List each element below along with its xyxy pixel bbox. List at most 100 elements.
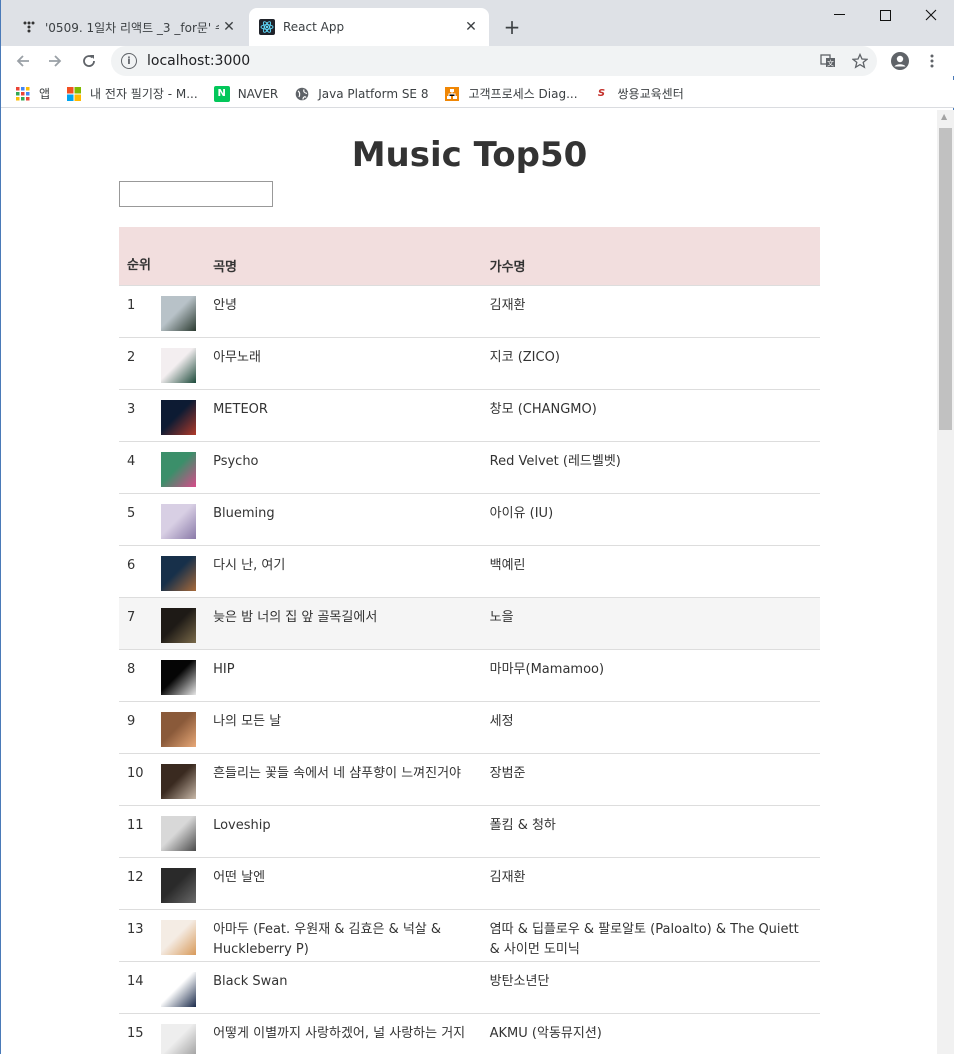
tab-title: React App [283, 20, 345, 34]
album-cover-image [161, 763, 197, 799]
page-viewport: Music Top50 순위 곡명 가수명 1 안녕 김재환 2 아무노래 지코 (ZIC… [1, 110, 937, 1054]
globe-icon [294, 86, 310, 102]
bookmark-label: Java Platform SE 8 [318, 86, 429, 101]
cover-cell [153, 597, 206, 650]
song-title-cell: 어떤 날엔 [205, 857, 482, 910]
url-text: localhost:3000 [147, 53, 251, 69]
table-row[interactable]: 11 Loveship 폴킴 & 청하 [119, 805, 820, 858]
table-row[interactable]: 1 안녕 김재환 [119, 285, 820, 338]
rank-cell: 4 [119, 441, 154, 494]
artist-cell: 창모 (CHANGMO) [481, 389, 820, 442]
rank-cell: 6 [119, 545, 154, 598]
minimize-icon[interactable] [817, 4, 861, 26]
album-cover-image [161, 867, 197, 903]
scrollbar-thumb[interactable] [939, 128, 952, 430]
naver-logo-icon: N [213, 85, 230, 102]
header-artist: 가수명 [481, 227, 820, 286]
header-cover [153, 227, 206, 286]
svg-text:文: 文 [827, 59, 834, 68]
translate-icon[interactable]: 文 [817, 50, 839, 72]
song-title-cell: Loveship [205, 805, 482, 858]
table-row[interactable]: 12 어떤 날엔 김재환 [119, 857, 820, 910]
close-window-icon[interactable] [909, 4, 953, 26]
table-row[interactable]: 3 METEOR 창모 (CHANGMO) [119, 389, 820, 442]
song-title-cell: 다시 난, 여기 [205, 545, 482, 598]
close-tab-icon[interactable]: ✕ [219, 17, 239, 37]
forward-arrow-icon[interactable] [43, 49, 67, 73]
cover-cell [153, 753, 206, 806]
bookmark-apps[interactable]: 앱 [15, 85, 50, 102]
bookmark-onenote[interactable]: 내 전자 필기장 - M... [66, 85, 198, 102]
song-title-cell: Blueming [205, 493, 482, 546]
album-cover-image [161, 815, 197, 851]
artist-cell: 김재환 [481, 285, 820, 338]
scroll-up-arrow-icon[interactable]: ▲ [941, 112, 947, 121]
rank-cell: 14 [119, 961, 154, 1014]
search-input[interactable] [119, 181, 273, 207]
tab-title: '0509. 1일차 리액트 _3 _for문' 수 [45, 20, 219, 35]
bookmark-diagram[interactable]: 고객프로세스 Diag... [444, 85, 578, 102]
song-title-cell: 아무노래 [205, 337, 482, 390]
new-tab-button[interactable]: + [499, 14, 525, 40]
song-title-cell: 아마두 (Feat. 우원재 & 김효은 & 넉살 & Huckleberry … [205, 909, 482, 962]
bookmark-star-icon[interactable] [849, 50, 871, 72]
table-row[interactable]: 4 Psycho Red Velvet (레드벨벳) [119, 441, 820, 494]
bookmark-label: 쌍용교육센터 [617, 87, 684, 101]
bookmark-naver[interactable]: N NAVER [213, 85, 279, 102]
album-cover-image [161, 295, 197, 331]
bookmarks-bar: 앱 내 전자 필기장 - M... N NAVER Java Platform … [1, 80, 954, 108]
close-tab-icon[interactable]: ✕ [461, 17, 481, 37]
cover-cell [153, 909, 206, 962]
cover-cell [153, 961, 206, 1014]
artist-cell: 장범준 [481, 753, 820, 806]
vertical-scrollbar[interactable]: ▲ [937, 110, 954, 1054]
cover-cell [153, 857, 206, 910]
table-row[interactable]: 9 나의 모든 날 세정 [119, 701, 820, 754]
album-cover-image [161, 451, 197, 487]
ss-logo-icon: S [597, 88, 606, 99]
bookmark-label: 앱 [39, 87, 51, 101]
song-title-cell: 안녕 [205, 285, 482, 338]
bookmark-java[interactable]: Java Platform SE 8 [294, 86, 428, 102]
table-row[interactable]: 15 어떻게 이별까지 사랑하겠어, 널 사랑하는 거지 AKMU (악동뮤지션) [119, 1013, 820, 1054]
table-row[interactable]: 8 HIP 마마무(Mamamoo) [119, 649, 820, 702]
table-header-row: 순위 곡명 가수명 [119, 227, 820, 286]
cover-cell [153, 493, 206, 546]
music-table: 순위 곡명 가수명 1 안녕 김재환 2 아무노래 지코 (ZICO) 3 METEOR 창모 … [119, 227, 820, 1054]
address-bar[interactable]: i localhost:3000 [111, 46, 877, 76]
artist-cell: 마마무(Mamamoo) [481, 649, 820, 702]
album-cover-image [161, 711, 197, 747]
table-row[interactable]: 13 아마두 (Feat. 우원재 & 김효은 & 넉살 & Huckleberr… [119, 909, 820, 962]
album-cover-image [161, 971, 197, 1007]
tab-blog-post[interactable]: '0509. 1일차 리액트 _3 _for문' 수 ✕ [13, 8, 247, 46]
table-row[interactable]: 10 흔들리는 꽃들 속에서 네 샴푸향이 느껴진거야 장범준 [119, 753, 820, 806]
bookmark-label: 내 전자 필기장 - M... [90, 87, 198, 101]
bookmark-ssangyong[interactable]: S 쌍용교육센터 [594, 85, 684, 102]
artist-cell: Red Velvet (레드벨벳) [481, 441, 820, 494]
table-row[interactable]: 6 다시 난, 여기 백예린 [119, 545, 820, 598]
maximize-icon[interactable] [863, 4, 907, 26]
album-cover-image [161, 347, 197, 383]
back-arrow-icon[interactable] [11, 49, 35, 73]
table-row[interactable]: 5 Blueming 아이유 (IU) [119, 493, 820, 546]
rank-cell: 10 [119, 753, 154, 806]
profile-avatar-icon[interactable] [889, 50, 911, 72]
header-rank: 순위 [119, 227, 154, 286]
song-title-cell: 늦은 밤 너의 집 앞 골목길에서 [205, 597, 482, 650]
artist-cell: 노을 [481, 597, 820, 650]
tab-react-app[interactable]: React App ✕ [249, 8, 489, 46]
album-cover-image [161, 555, 197, 591]
rank-cell: 3 [119, 389, 154, 442]
table-row[interactable]: 14 Black Swan 방탄소년단 [119, 961, 820, 1014]
reload-icon[interactable] [77, 49, 101, 73]
table-row[interactable]: 7 늦은 밤 너의 집 앞 골목길에서 노을 [119, 597, 820, 650]
song-title-cell: 어떻게 이별까지 사랑하겠어, 널 사랑하는 거지 [205, 1013, 482, 1054]
artist-cell: 방탄소년단 [481, 961, 820, 1014]
bookmark-label: NAVER [237, 86, 279, 101]
song-title-cell: 나의 모든 날 [205, 701, 482, 754]
site-info-icon[interactable]: i [121, 53, 137, 69]
header-song: 곡명 [205, 227, 482, 286]
table-row[interactable]: 2 아무노래 지코 (ZICO) [119, 337, 820, 390]
menu-kebab-icon[interactable] [921, 50, 943, 72]
cover-cell [153, 649, 206, 702]
